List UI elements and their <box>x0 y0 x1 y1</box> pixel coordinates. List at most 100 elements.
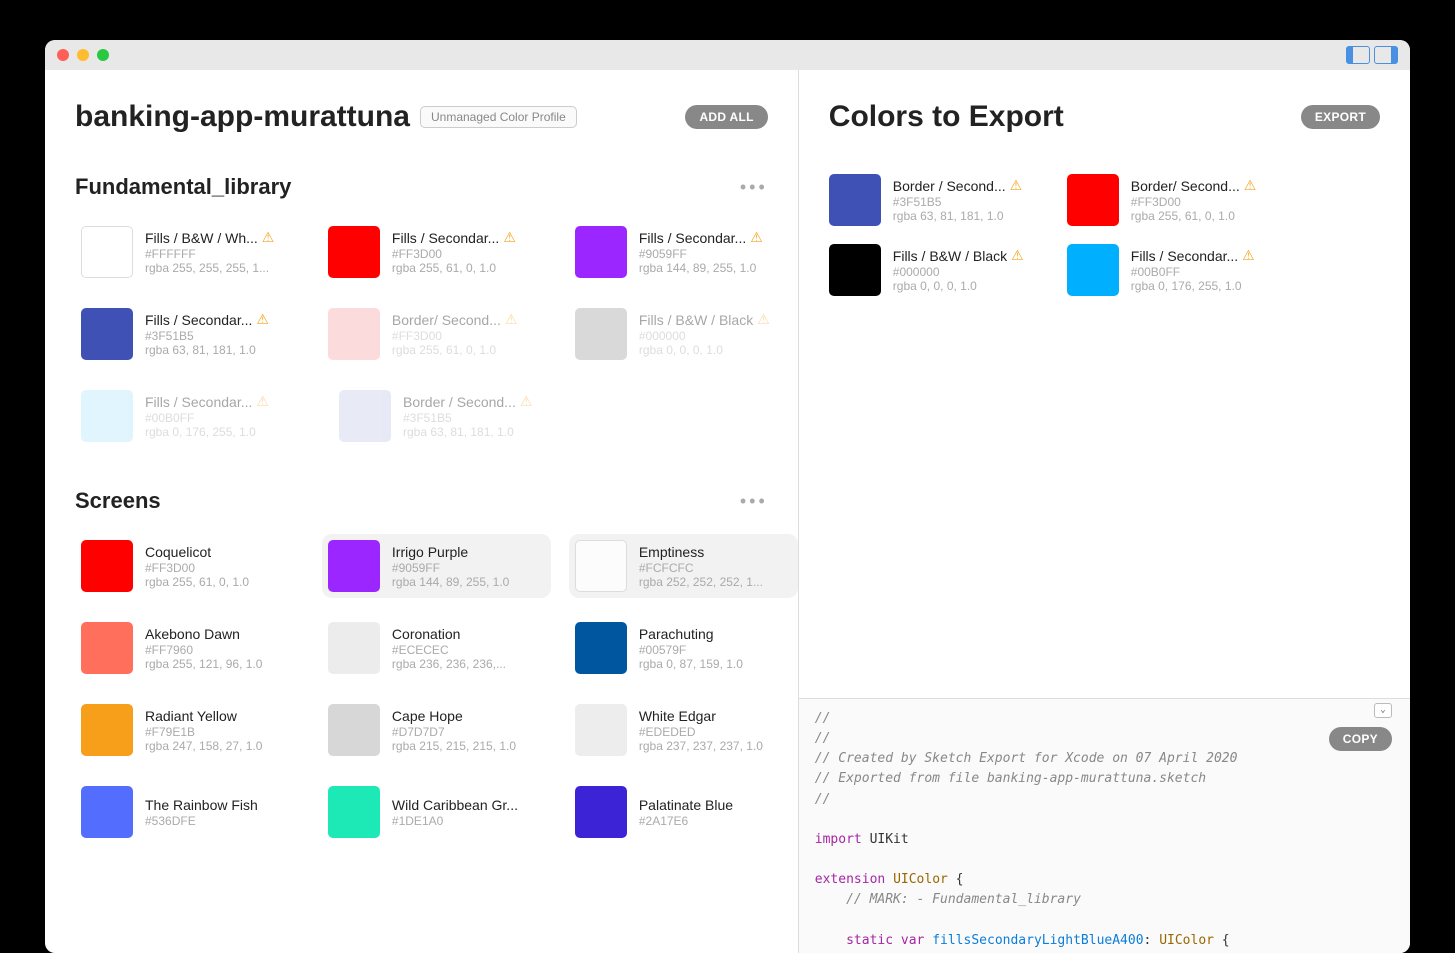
color-meta: Coquelicot#FF3D00rgba 255, 61, 0, 1.0 <box>145 540 249 592</box>
right-pane-toggle-icon[interactable] <box>1374 46 1398 64</box>
color-meta: Coronation#ECECECrgba 236, 236, 236,... <box>392 622 506 674</box>
color-card[interactable]: Coquelicot#FF3D00rgba 255, 61, 0, 1.0 <box>75 534 304 598</box>
color-card[interactable]: Wild Caribbean Gr...#1DE1A0 <box>322 780 551 844</box>
add-all-button[interactable]: ADD ALL <box>685 105 767 129</box>
color-swatch <box>81 786 133 838</box>
export-color-card[interactable]: Fills / Secondar...⚠#00B0FFrgba 0, 176, … <box>1067 244 1287 296</box>
code-type: UIColor <box>893 872 948 887</box>
color-card[interactable]: White Edgar#EDEDEDrgba 237, 237, 237, 1.… <box>569 698 798 762</box>
minimize-icon[interactable] <box>77 49 89 61</box>
color-rgba: rgba 63, 81, 181, 1.0 <box>403 425 532 439</box>
color-name: Fills / Secondar... <box>639 230 746 246</box>
export-color-card[interactable]: Border/ Second...⚠#FF3D00rgba 255, 61, 0… <box>1067 174 1287 226</box>
color-card[interactable]: Fills / Secondar...⚠#9059FFrgba 144, 89,… <box>569 220 798 284</box>
color-meta: Parachuting#00579Frgba 0, 87, 159, 1.0 <box>639 622 743 674</box>
color-card[interactable]: Border / Second...⚠#3F51B5rgba 63, 81, 1… <box>333 384 573 448</box>
color-card[interactable]: Fills / B&W / Black⚠#000000rgba 0, 0, 0,… <box>569 302 798 366</box>
color-hex: #F79E1B <box>145 725 262 739</box>
warning-icon: ⚠ <box>505 311 518 328</box>
pane-toggles <box>1346 46 1398 64</box>
color-hex: #2A17E6 <box>639 814 733 828</box>
code-comment: // Exported from file banking-app-muratt… <box>815 771 1206 786</box>
warning-icon: ⚠ <box>757 311 770 328</box>
color-name: Parachuting <box>639 626 714 642</box>
color-swatch <box>81 540 133 592</box>
code-comment: // <box>815 792 831 807</box>
code-text: { <box>1214 933 1230 948</box>
color-card[interactable]: Radiant Yellow#F79E1Brgba 247, 158, 27, … <box>75 698 304 762</box>
traffic-lights <box>57 49 109 61</box>
color-rgba: rgba 237, 237, 237, 1.0 <box>639 739 763 753</box>
color-hex: #3F51B5 <box>145 329 269 343</box>
color-hex: #D7D7D7 <box>392 725 516 739</box>
color-name: Coronation <box>392 626 461 642</box>
color-hex: #FF3D00 <box>392 329 518 343</box>
color-rgba: rgba 255, 61, 0, 1.0 <box>1131 209 1257 223</box>
code-block[interactable]: // // // Created by Sketch Export for Xc… <box>815 709 1394 953</box>
color-swatch <box>339 390 391 442</box>
color-hex: #1DE1A0 <box>392 814 518 828</box>
color-swatch <box>829 244 881 296</box>
export-color-card[interactable]: Border / Second...⚠#3F51B5rgba 63, 81, 1… <box>829 174 1049 226</box>
warning-icon: ⚠ <box>503 229 516 246</box>
code-pane: ⌄ COPY // // // Created by Sketch Export… <box>799 698 1410 953</box>
color-name: Cape Hope <box>392 708 463 724</box>
color-card[interactable]: Fills / Secondar...⚠#00B0FFrgba 0, 176, … <box>75 384 315 448</box>
color-rgba: rgba 0, 87, 159, 1.0 <box>639 657 743 671</box>
more-icon[interactable]: ••• <box>740 492 768 510</box>
color-name: Fills / Secondar... <box>145 394 252 410</box>
color-meta: Fills / Secondar...⚠#00B0FFrgba 0, 176, … <box>145 390 269 442</box>
color-card[interactable]: Coronation#ECECECrgba 236, 236, 236,... <box>322 616 551 680</box>
color-hex: #FF3D00 <box>1131 195 1257 209</box>
color-hex: #000000 <box>893 265 1024 279</box>
color-rgba: rgba 255, 255, 255, 1... <box>145 261 274 275</box>
color-card[interactable]: The Rainbow Fish#536DFE <box>75 780 304 844</box>
color-swatch <box>1067 174 1119 226</box>
color-name: Akebono Dawn <box>145 626 240 642</box>
color-card[interactable]: Palatinate Blue#2A17E6 <box>569 780 798 844</box>
color-hex: #EDEDED <box>639 725 763 739</box>
color-name: White Edgar <box>639 708 716 724</box>
color-name: Radiant Yellow <box>145 708 237 724</box>
close-icon[interactable] <box>57 49 69 61</box>
color-name: Border / Second... <box>403 394 516 410</box>
color-hex: #00B0FF <box>1131 265 1255 279</box>
color-swatch <box>328 704 380 756</box>
color-meta: Fills / Secondar...⚠#FF3D00rgba 255, 61,… <box>392 226 516 278</box>
color-card[interactable]: Fills / Secondar...⚠#FF3D00rgba 255, 61,… <box>322 220 551 284</box>
color-hex: #3F51B5 <box>893 195 1022 209</box>
color-hex: #FF7960 <box>145 643 262 657</box>
color-meta: Akebono Dawn#FF7960rgba 255, 121, 96, 1.… <box>145 622 262 674</box>
section-title: Fundamental_library <box>75 174 291 200</box>
color-name: Coquelicot <box>145 544 211 560</box>
export-header: Colors to Export EXPORT <box>799 70 1410 174</box>
page-title: banking-app-murattuna <box>75 100 410 134</box>
code-module: UIKit <box>870 832 909 847</box>
code-mark: // MARK: - Fundamental_library <box>846 892 1081 907</box>
color-card[interactable]: Cape Hope#D7D7D7rgba 215, 215, 215, 1.0 <box>322 698 551 762</box>
color-card[interactable]: Parachuting#00579Frgba 0, 87, 159, 1.0 <box>569 616 798 680</box>
export-color-card[interactable]: Fills / B&W / Black⚠#000000rgba 0, 0, 0,… <box>829 244 1049 296</box>
warning-icon: ⚠ <box>520 393 533 410</box>
left-pane-toggle-icon[interactable] <box>1346 46 1370 64</box>
more-icon[interactable]: ••• <box>740 178 768 196</box>
color-card[interactable]: Irrigo Purple#9059FFrgba 144, 89, 255, 1… <box>322 534 551 598</box>
color-card[interactable]: Fills / Secondar...⚠#3F51B5rgba 63, 81, … <box>75 302 304 366</box>
chevron-down-icon[interactable]: ⌄ <box>1374 703 1392 718</box>
color-card[interactable]: Akebono Dawn#FF7960rgba 255, 121, 96, 1.… <box>75 616 304 680</box>
color-card[interactable]: Emptiness#FCFCFCrgba 252, 252, 252, 1... <box>569 534 798 598</box>
color-name: Emptiness <box>639 544 704 560</box>
app-window: banking-app-murattuna Unmanaged Color Pr… <box>45 40 1410 953</box>
color-meta: Border/ Second...⚠#FF3D00rgba 255, 61, 0… <box>392 308 518 360</box>
copy-button[interactable]: COPY <box>1329 727 1392 751</box>
code-keyword: var <box>901 933 924 948</box>
color-meta: White Edgar#EDEDEDrgba 237, 237, 237, 1.… <box>639 704 763 756</box>
left-pane: banking-app-murattuna Unmanaged Color Pr… <box>45 70 798 953</box>
color-card[interactable]: Fills / B&W / Wh...⚠#FFFFFFrgba 255, 255… <box>75 220 304 284</box>
maximize-icon[interactable] <box>97 49 109 61</box>
color-meta: Fills / Secondar...⚠#3F51B5rgba 63, 81, … <box>145 308 269 360</box>
color-card[interactable]: Border/ Second...⚠#FF3D00rgba 255, 61, 0… <box>322 302 551 366</box>
export-button[interactable]: EXPORT <box>1301 105 1380 129</box>
color-hex: #00B0FF <box>145 411 269 425</box>
color-rgba: rgba 0, 176, 255, 1.0 <box>145 425 269 439</box>
